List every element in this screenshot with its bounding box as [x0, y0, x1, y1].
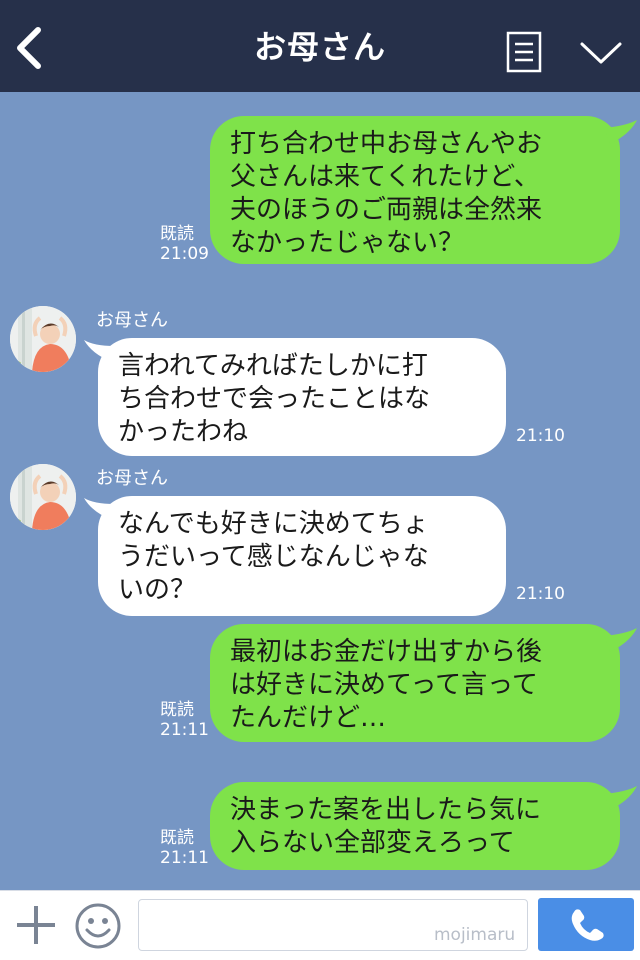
chevron-down-icon — [580, 42, 622, 64]
bubble-tail — [604, 120, 637, 144]
back-button[interactable] — [10, 26, 50, 70]
read-label: 既読 — [160, 700, 194, 720]
chevron-left-icon — [17, 27, 41, 69]
read-receipt: 既読 21:11 — [160, 700, 209, 740]
received-message-bubble[interactable]: 言われてみればたしかに打 ち合わせで会ったことはな かったわね — [98, 338, 506, 456]
message-line: なんでも好きに決めてちょ — [118, 509, 429, 539]
add-attachment-button[interactable] — [14, 903, 58, 947]
message-time: 21:11 — [160, 720, 209, 740]
message-line: 夫のほうのご両親は全然来 — [230, 195, 543, 225]
bubble-tail — [604, 628, 637, 652]
message-line: 最初はお金だけ出すから後 — [230, 637, 543, 667]
sent-message-bubble[interactable]: 最初はお金だけ出すから後 は好きに決めてって言って たんだけど… — [210, 624, 620, 742]
sender-name: お母さん — [96, 310, 168, 331]
chat-area[interactable]: 既読 21:09 打ち合わせ中お母さんやお 父さんは来てくれたけど、 夫のほうの… — [0, 92, 640, 890]
message-composer: mojimaru — [0, 890, 640, 960]
read-receipt: 既読 21:11 — [160, 828, 209, 868]
collapse-button[interactable] — [578, 36, 624, 68]
list-menu-icon — [506, 31, 542, 73]
message-line: うだいって感じなんじゃな — [118, 542, 429, 572]
chat-title: お母さん — [253, 28, 386, 66]
sent-message-bubble[interactable]: 打ち合わせ中お母さんやお 父さんは来てくれたけど、 夫のほうのご両親は全然来 な… — [210, 116, 620, 264]
sent-message-bubble[interactable]: 決まった案を出したら気に 入らない全部変えろって — [210, 782, 620, 870]
avatar[interactable] — [10, 464, 76, 530]
message-time: 21:10 — [516, 426, 565, 446]
avatar-image — [10, 306, 76, 372]
avatar[interactable] — [10, 306, 76, 372]
smiley-icon — [75, 903, 121, 949]
message-time: 21:09 — [160, 244, 209, 264]
bubble-tail — [604, 786, 637, 810]
plus-icon — [17, 906, 55, 944]
phone-icon — [571, 909, 604, 941]
menu-button[interactable] — [506, 31, 542, 73]
sender-name: お母さん — [96, 468, 168, 489]
message-line: 打ち合わせ中お母さんやお — [230, 129, 543, 159]
message-line: 言われてみればたしかに打 — [118, 351, 428, 381]
message-line: 入らない全部変えろって — [230, 828, 515, 858]
message-line: は好きに決めてって言って — [230, 670, 538, 700]
message-line: なかったじゃない？ — [230, 228, 465, 258]
message-line: たんだけど… — [230, 703, 387, 733]
chat-header: お母さん — [0, 0, 640, 92]
message-line: ち合わせで会ったことはな — [118, 384, 431, 414]
message-time: 21:10 — [516, 584, 565, 604]
read-receipt: 既読 21:09 — [160, 224, 209, 264]
read-label: 既読 — [160, 828, 194, 848]
received-message-bubble[interactable]: なんでも好きに決めてちょ うだいって感じなんじゃな いの？ — [98, 496, 506, 616]
avatar-image — [10, 464, 76, 530]
message-input[interactable] — [138, 899, 528, 951]
message-line: いの？ — [118, 575, 197, 605]
message-line: 決まった案を出したら気に — [230, 795, 541, 825]
message-line: 父さんは来てくれたけど、 — [230, 162, 540, 192]
message-time: 21:11 — [160, 848, 209, 868]
sticker-button[interactable] — [74, 902, 122, 950]
message-line: かったわね — [118, 417, 249, 447]
read-label: 既読 — [160, 224, 194, 244]
call-button[interactable] — [538, 898, 634, 951]
